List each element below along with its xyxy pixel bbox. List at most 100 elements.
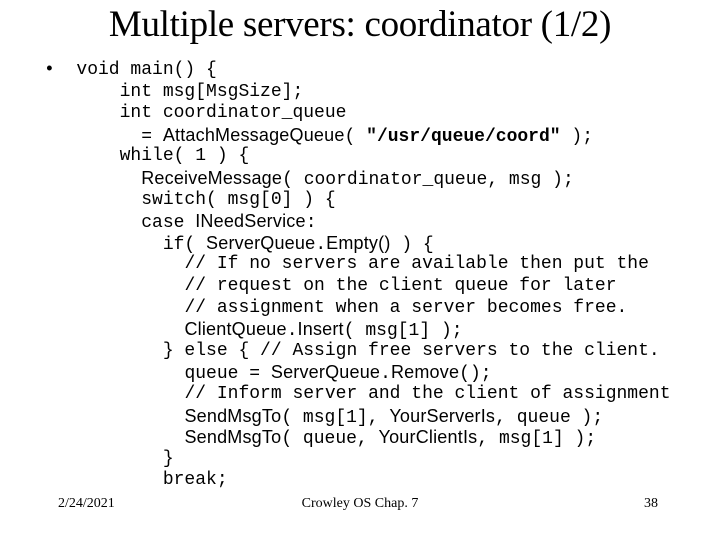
code-text: . [380,364,391,385]
code-text: queue = [184,364,271,385]
code-text: // If no servers are available then put … [184,254,649,275]
code-line: queue = ServerQueue.Remove(); [44,362,720,384]
code-identifier: Your [389,405,427,426]
code-text: : [305,213,317,234]
code-identifier: Empty() [326,232,391,253]
code-text: case [141,213,196,234]
code-text: void main() { [76,60,217,80]
code-identifier: Is [462,427,478,448]
code-text: // assignment when a server becomes free… [184,297,628,318]
code-identifier: Message [207,167,283,188]
code-line: } [44,449,720,471]
footer-attribution: Crowley OS Chap. 7 [301,496,419,511]
code-text: ( msg[1] ); [343,321,463,342]
code-text: , msg[1] ); [477,429,597,450]
bullet-icon: • [44,60,77,80]
code-identifier: Receive [141,167,208,188]
code-line: int msg[MsgSize]; [44,82,720,104]
code-line: } else { // Assign free servers to the c… [44,341,720,363]
code-line: case INeedService: [44,211,720,233]
code-text: switch( msg[0] ) { [141,189,336,210]
code-text: . [286,321,298,342]
code-identifier: Msg [227,427,262,448]
code-text: if( [162,234,207,255]
code-identifier: Send [184,427,228,448]
page-title: Multiple servers: coordinator (1/2) [108,4,612,45]
code-text: } [162,448,174,469]
code-text: // request on the client queue for later [184,275,617,296]
code-line: // request on the client queue for later [44,276,720,298]
code-line: = AttachMessageQueue( "/usr/queue/coord"… [44,125,720,147]
code-text: int coordinator_queue [119,103,347,124]
code-line: while( 1 ) { [44,146,720,168]
code-identifier: Remove [390,362,460,383]
code-line: • void main() { [44,60,720,82]
code-identifier: To [261,405,282,426]
code-identifier: Queue [231,319,287,340]
code-identifier: Server [426,405,481,426]
code-line: break; [44,470,720,492]
code-text: = [141,126,163,147]
code-identifier: Is [480,405,496,426]
code-text: ( coordinator_queue, msg ); [282,169,574,190]
code-identifier: Client [184,319,232,340]
slide: Multiple servers: coordinator (1/2) • vo… [0,0,720,540]
code-text: . [315,234,327,255]
code-text: } else { // Assign free servers to the c… [162,340,660,361]
code-line: // If no servers are available then put … [44,254,720,276]
code-line: // Inform server and the client of assig… [44,384,720,406]
code-identifier: Insert [297,319,344,340]
code-text: ( [344,126,367,147]
code-text: ( queue, [281,429,379,450]
code-line: if( ServerQueue.Empty() ) { [44,233,720,255]
code-line: int coordinator_queue [44,103,720,125]
code-identifier: INeedService [195,211,306,232]
code-identifier: Send [184,405,228,426]
code-text: int msg[MsgSize]; [119,81,304,102]
footer-page-number: 38 [644,496,658,511]
slide-footer: 2/24/2021 Crowley OS Chap. 7 38 [0,494,720,516]
code-identifier: To [261,427,282,448]
code-text: ); [560,126,593,147]
code-line: switch( msg[0] ) { [44,190,720,212]
code-string-literal: "/usr/queue/coord" [366,126,561,147]
code-identifier: Client [415,427,463,448]
code-text: break; [162,470,228,491]
